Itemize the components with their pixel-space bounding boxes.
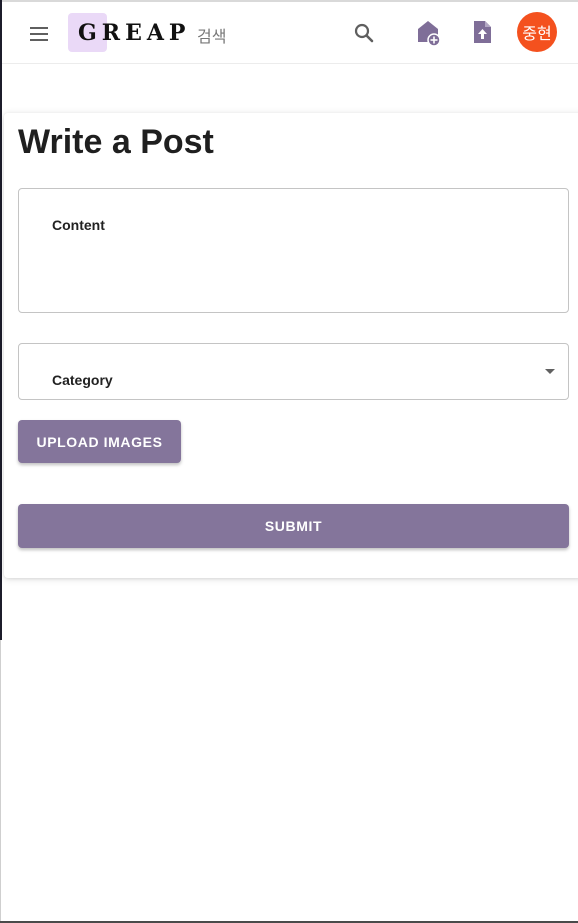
logo-link[interactable]: GREAP [68, 13, 188, 53]
content-input[interactable]: Content [18, 188, 569, 313]
menu-button[interactable] [24, 18, 54, 48]
home-add-icon [412, 16, 444, 48]
dropdown-arrow-icon [545, 369, 555, 374]
write-post-card: Write a Post Content Category UPLOAD IMA… [4, 113, 578, 578]
logo: GREAP [78, 20, 191, 46]
add-home-button[interactable] [412, 16, 444, 48]
search-icon [348, 17, 380, 49]
category-select[interactable]: Category [18, 343, 569, 400]
app-page: GREAP 검색 중현 Write a Post Content Categor… [0, 0, 578, 923]
content-label: Content [52, 217, 105, 233]
window-left-border-lower [0, 640, 1, 923]
search-hint[interactable]: 검색 [197, 23, 226, 47]
page-title: Write a Post [18, 123, 214, 161]
file-upload-icon [466, 16, 498, 48]
search-button[interactable] [348, 17, 380, 49]
upload-images-button[interactable]: UPLOAD IMAGES [18, 420, 181, 463]
user-avatar[interactable]: 중현 [517, 12, 557, 52]
window-left-border [0, 0, 2, 640]
upload-file-button[interactable] [466, 16, 498, 48]
category-label: Category [52, 372, 113, 388]
app-header: GREAP 검색 중현 [2, 2, 578, 64]
submit-button[interactable]: SUBMIT [18, 504, 569, 548]
